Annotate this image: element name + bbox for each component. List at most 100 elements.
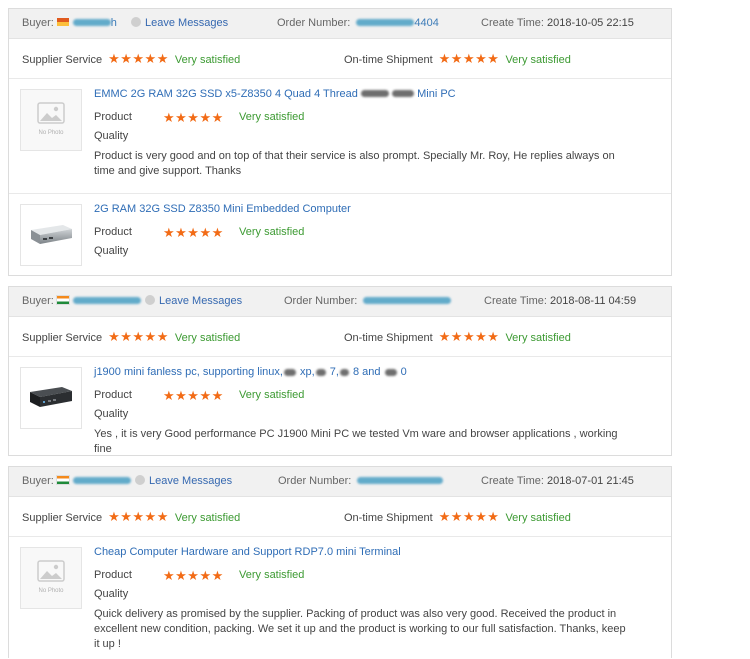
no-photo-label: No Photo xyxy=(38,130,64,136)
star-rating-icon: ★★★★★ xyxy=(108,329,169,344)
product-rating: Product ★★★★★ Very satisfied xyxy=(94,566,304,585)
quality-label: Quality xyxy=(94,245,129,257)
leave-messages-link[interactable]: Leave Messages xyxy=(141,287,242,316)
product-verdict: Very satisfied xyxy=(239,389,305,401)
mini-pc-black-image xyxy=(30,387,72,407)
india-flag-icon xyxy=(55,295,70,306)
product-title-text: 8 and xyxy=(349,366,384,378)
order-number: Order Number: xyxy=(278,467,444,496)
product-rating: Product ★★★★★ Very satisfied xyxy=(94,223,304,242)
leave-messages-link[interactable]: Leave Messages xyxy=(127,9,228,38)
product-title-text: 7, xyxy=(326,366,339,378)
product-title-text: EMMC 2G RAM 32G SSD x5-Z8350 4 Quad 4 Th… xyxy=(94,88,358,100)
order-number-fragment: 4404 xyxy=(414,17,439,29)
buyer-label: Buyer: xyxy=(22,475,54,487)
india-flag-icon xyxy=(55,475,70,486)
product-title-redacted xyxy=(360,89,389,97)
review-comment: Quick delivery as promised by the suppli… xyxy=(94,608,626,650)
product-label: Product xyxy=(94,111,132,123)
product-title-link[interactable]: j1900 mini fanless pc, supporting linux,… xyxy=(94,366,407,378)
order-number-label: Order Number: xyxy=(277,17,351,29)
product-title-text: xp, xyxy=(296,366,315,378)
create-time: Create Time: 2018-10-05 22:15 xyxy=(481,9,634,38)
create-time-label: Create Time: xyxy=(481,475,544,487)
review-card: Buyer: Leave Messages Order Number: Crea… xyxy=(8,286,672,456)
supplier-service-label: Supplier Service xyxy=(22,332,103,344)
create-time-label: Create Time: xyxy=(481,17,544,29)
order-number-redacted xyxy=(363,296,452,304)
supplier-service-rating: Supplier Service ★★★★★ Very satisfied xyxy=(22,317,240,358)
ontime-shipment-rating: On-time Shipment ★★★★★ Very satisfied xyxy=(344,497,571,538)
leave-messages-label: Leave Messages xyxy=(145,17,229,29)
product-title-redacted xyxy=(339,368,349,376)
product-thumbnail[interactable]: No Photo xyxy=(20,89,82,151)
order-number: Order Number: 4404 xyxy=(277,9,439,38)
product-title-redacted xyxy=(392,89,415,97)
product-rating: Product ★★★★★ Very satisfied xyxy=(94,108,304,127)
review-header: Buyer: h Leave Messages Order Number: 440… xyxy=(9,9,671,39)
review-comment: Yes , it is very Good performance PC J19… xyxy=(94,428,618,455)
no-photo-icon xyxy=(37,560,65,582)
review-comment: Product is very good and on top of that … xyxy=(94,150,615,177)
star-rating-icon: ★★★★★ xyxy=(163,388,224,403)
create-time: Create Time: 2018-07-01 21:45 xyxy=(481,467,634,496)
create-time-value: 2018-08-11 04:59 xyxy=(550,295,637,307)
buyer-name-fragment: h xyxy=(110,17,117,29)
order-number-redacted xyxy=(357,476,444,484)
leave-messages-label: Leave Messages xyxy=(149,475,233,487)
quality-label: Quality xyxy=(94,408,129,420)
supplier-service-label: Supplier Service xyxy=(22,54,103,66)
review-card: Buyer: h Leave Messages Order Number: 440… xyxy=(8,8,672,276)
buyer-info: Buyer: xyxy=(22,287,141,316)
product-review: 2G RAM 32G SSD Z8350 Mini Embedded Compu… xyxy=(9,194,671,278)
ontime-shipment-label: On-time Shipment xyxy=(344,512,433,524)
ontime-shipment-verdict: Very satisfied xyxy=(505,54,571,66)
product-title-redacted xyxy=(315,368,326,376)
product-title-link[interactable]: 2G RAM 32G SSD Z8350 Mini Embedded Compu… xyxy=(94,203,351,215)
star-rating-icon: ★★★★★ xyxy=(163,225,224,240)
supplier-service-verdict: Very satisfied xyxy=(174,512,241,524)
leave-messages-link[interactable]: Leave Messages xyxy=(131,467,232,496)
product-title-redacted xyxy=(283,368,296,376)
buyer-label: Buyer: xyxy=(22,295,54,307)
message-status-icon xyxy=(131,17,141,28)
product-review: No Photo EMMC 2G RAM 32G SSD x5-Z8350 4 … xyxy=(9,79,671,194)
product-title-text: Mini PC xyxy=(417,88,456,100)
supplier-service-rating: Supplier Service ★★★★★ Very satisfied xyxy=(22,497,240,538)
star-rating-icon: ★★★★★ xyxy=(163,568,224,583)
product-title-text: j1900 mini fanless pc, supporting linux, xyxy=(94,366,283,378)
no-photo-icon xyxy=(37,102,65,124)
supplier-service-label: Supplier Service xyxy=(22,512,103,524)
product-title-link[interactable]: EMMC 2G RAM 32G SSD x5-Z8350 4 Quad 4 Th… xyxy=(94,88,456,100)
star-rating-icon: ★★★★★ xyxy=(438,509,500,524)
message-status-icon xyxy=(135,475,145,486)
seller-rating-row: Supplier Service ★★★★★ Very satisfied On-t… xyxy=(9,317,671,357)
product-label: Product xyxy=(94,389,132,401)
review-card: Buyer: Leave Messages Order Number: Crea… xyxy=(8,466,672,658)
philippines-flag-icon xyxy=(56,18,69,27)
ontime-shipment-verdict: Very satisfied xyxy=(505,332,571,344)
buyer-name-redacted xyxy=(72,296,141,304)
product-title-redacted xyxy=(384,368,397,376)
quality-label: Quality xyxy=(94,130,129,142)
product-thumbnail[interactable] xyxy=(20,367,82,429)
create-time-value: 2018-10-05 22:15 xyxy=(547,17,634,29)
seller-rating-row: Supplier Service ★★★★★ Very satisfied On-t… xyxy=(9,39,671,79)
order-number: Order Number: xyxy=(284,287,452,316)
ontime-shipment-label: On-time Shipment xyxy=(344,332,433,344)
star-rating-icon: ★★★★★ xyxy=(108,51,169,66)
review-header: Buyer: Leave Messages Order Number: Crea… xyxy=(9,467,671,497)
create-time-label: Create Time: xyxy=(484,295,547,307)
ontime-shipment-verdict: Very satisfied xyxy=(505,512,571,524)
product-title-link[interactable]: Cheap Computer Hardware and Support RDP7… xyxy=(94,546,401,558)
product-review: j1900 mini fanless pc, supporting linux,… xyxy=(9,357,671,457)
leave-messages-label: Leave Messages xyxy=(159,295,243,307)
buyer-info: Buyer: h xyxy=(22,9,117,38)
supplier-service-rating: Supplier Service ★★★★★ Very satisfied xyxy=(22,39,240,80)
ontime-shipment-label: On-time Shipment xyxy=(344,54,433,66)
product-label: Product xyxy=(94,569,132,581)
product-thumbnail[interactable] xyxy=(20,204,82,266)
star-rating-icon: ★★★★★ xyxy=(108,509,169,524)
product-thumbnail[interactable]: No Photo xyxy=(20,547,82,609)
product-title-text: 0 xyxy=(397,366,407,378)
